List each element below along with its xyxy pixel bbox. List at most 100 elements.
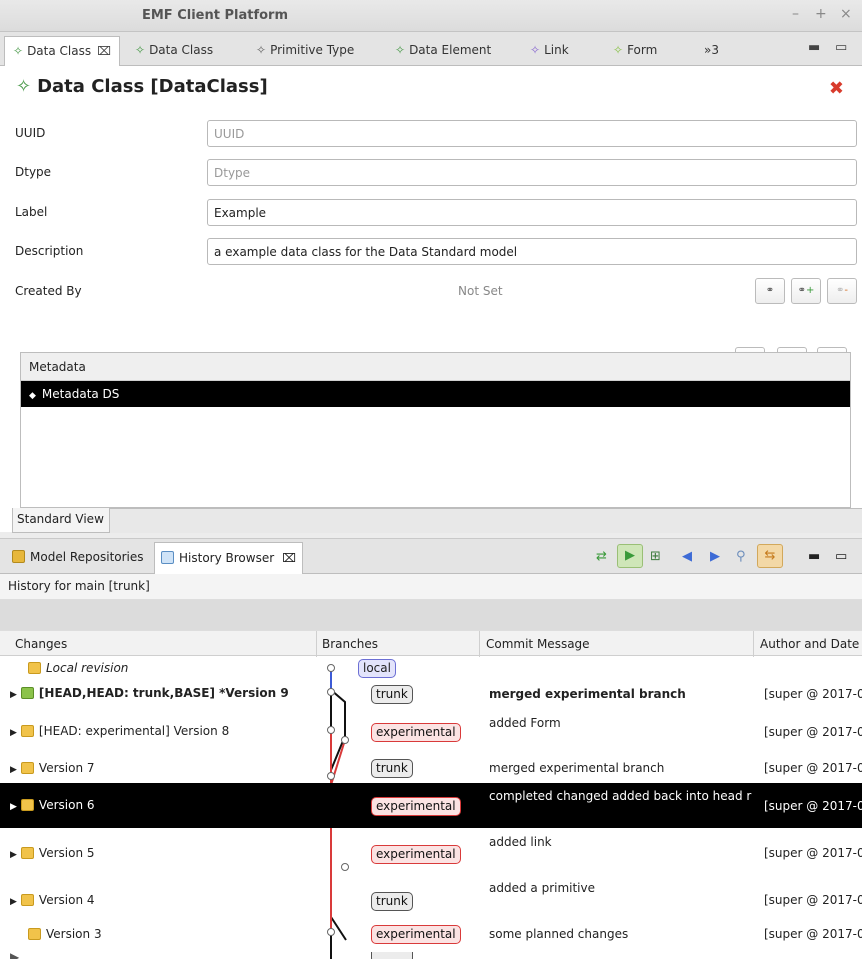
- expand-arrow-icon[interactable]: ▶: [10, 850, 17, 860]
- table-row[interactable]: ▶ Version 4 trunk added a primitive [supe…: [0, 874, 862, 918]
- data-class-icon: ✧: [135, 43, 146, 57]
- link-new-icon[interactable]: ⚭+: [791, 278, 821, 304]
- maximize-pane-icon[interactable]: ▭: [835, 40, 847, 55]
- branch-badge-experimental: experimental: [371, 845, 461, 864]
- tab-primitive-type[interactable]: ✧ Primitive Type: [248, 36, 362, 66]
- table-row[interactable]: ▶ [HEAD: experimental] Version 8 experime…: [0, 713, 862, 749]
- history-subtitle: History for main [trunk]: [0, 574, 862, 600]
- commit-message-cell: merged experimental branch: [489, 761, 665, 775]
- maximize-window-button[interactable]: +: [815, 6, 827, 22]
- dtype-input[interactable]: Dtype: [207, 159, 857, 186]
- minimize-pane-icon[interactable]: ▬: [808, 40, 820, 55]
- tab-label: Data Class: [27, 44, 92, 58]
- branch-badge-experimental: experimental: [371, 797, 461, 816]
- column-divider[interactable]: [479, 631, 480, 657]
- description-input[interactable]: a example data class for the Data Standa…: [207, 238, 857, 265]
- revision-icon: [28, 928, 41, 940]
- view-tab-strip: Model Repositories History Browser ⌧ ⇄ ▶ …: [0, 538, 862, 575]
- table-row[interactable]: ▶ Version 5 experimental added link [supe…: [0, 828, 862, 874]
- editor-area: ✧ Data Class [DataClass] ✖ UUID UUID Dtyp…: [0, 66, 862, 533]
- column-divider[interactable]: [753, 631, 754, 657]
- app-window: EMF Client Platform – + × ✧ Data Class ⌧ ✧…: [0, 0, 862, 959]
- tab-data-element[interactable]: ✧ Data Element: [387, 36, 499, 66]
- more-tabs-chevron[interactable]: »3: [696, 36, 727, 66]
- editor-heading: ✧ Data Class [DataClass]: [16, 76, 268, 97]
- author-date-cell: [super @ 2017-0: [764, 761, 862, 775]
- tab-link[interactable]: ✧ Link: [522, 36, 577, 66]
- maximize-view-icon[interactable]: ▭: [835, 549, 847, 564]
- branch-cell: trunk: [371, 759, 413, 778]
- link-existing-icon[interactable]: ⚭: [755, 278, 785, 304]
- list-item[interactable]: ◆ Metadata DS: [21, 381, 850, 407]
- column-header-branches[interactable]: Branches: [322, 637, 378, 651]
- column-header-commit-message[interactable]: Commit Message: [486, 637, 590, 651]
- created-by-label: Created By: [15, 284, 82, 298]
- tab-data-class-active[interactable]: ✧ Data Class ⌧: [4, 36, 120, 67]
- branch-cell: experimental: [371, 797, 461, 816]
- minimize-view-icon[interactable]: ▬: [808, 549, 820, 564]
- close-window-button[interactable]: ×: [840, 6, 852, 22]
- author-date-cell: [super @ 2017-0: [764, 725, 862, 739]
- refresh-icon[interactable]: ⇄: [596, 549, 607, 564]
- branch-badge-trunk: trunk: [371, 892, 413, 911]
- created-by-value: Not Set: [458, 284, 503, 298]
- column-header-changes[interactable]: Changes: [15, 637, 67, 651]
- created-by-row: Created By Not Set ⚭ ⚭+ ⚭-: [0, 276, 862, 306]
- author-date-cell: [super @ 2017-0: [764, 799, 862, 813]
- table-row[interactable]: Version 3 experimental some planned chan…: [0, 922, 862, 950]
- close-tab-icon[interactable]: ⌧: [282, 551, 296, 565]
- tab-label: Form: [627, 43, 658, 57]
- commit-message-cell: completed changed added back into head r: [489, 789, 752, 803]
- expand-arrow-icon[interactable]: ▶: [10, 952, 19, 959]
- revision-icon: [20, 847, 34, 859]
- title-bar: EMF Client Platform – + ×: [0, 0, 862, 32]
- tab-data-class[interactable]: ✧ Data Class: [127, 36, 221, 66]
- editor-tab-strip: ✧ Data Class ⌧ ✧ Data Class ✧ Primitive Type…: [0, 32, 862, 67]
- link-with-editor-icon[interactable]: ⇆: [757, 544, 783, 568]
- expand-arrow-icon[interactable]: ▶: [10, 897, 17, 907]
- label-input[interactable]: Example: [207, 199, 857, 226]
- column-header-author-date[interactable]: Author and Date: [760, 637, 859, 651]
- change-label: Version 6: [38, 798, 95, 812]
- unlink-icon[interactable]: ⚭-: [827, 278, 857, 304]
- change-cell: ▶ Version 7: [10, 761, 95, 775]
- commit-message-cell: added link: [489, 835, 552, 849]
- repository-icon: [12, 550, 25, 563]
- search-icon[interactable]: ⚲: [736, 549, 746, 564]
- minimize-window-button[interactable]: –: [792, 6, 799, 22]
- change-cell: Version 3: [28, 927, 102, 941]
- author-date-cell: [super @ 2017-0: [764, 687, 862, 701]
- table-row[interactable]: ▶ [HEAD,HEAD: trunk,BASE] *Version 9 trun…: [0, 680, 862, 708]
- commit-message-cell: merged experimental branch: [489, 687, 686, 701]
- table-row[interactable]: Local revision local: [0, 658, 862, 680]
- column-divider[interactable]: [316, 631, 317, 657]
- tab-model-repositories[interactable]: Model Repositories: [6, 542, 150, 575]
- tab-label: Data Element: [409, 43, 492, 57]
- expand-arrow-icon[interactable]: ▶: [10, 690, 17, 700]
- close-tab-icon[interactable]: ⌧: [97, 44, 111, 58]
- link-icon: ✧: [530, 43, 541, 57]
- table-row-partial[interactable]: ▶ trunk: [0, 952, 862, 959]
- change-label: Version 5: [38, 846, 95, 860]
- table-row-selected[interactable]: ▶ Version 6 experimental completed change…: [0, 783, 862, 828]
- tab-standard-view[interactable]: Standard View: [12, 508, 110, 533]
- uuid-input[interactable]: UUID: [207, 120, 857, 147]
- delete-icon[interactable]: ✖: [829, 78, 844, 99]
- change-label: [HEAD: experimental] Version 8: [38, 724, 230, 738]
- expand-arrow-icon[interactable]: ▶: [10, 802, 17, 812]
- previous-icon[interactable]: ◀: [682, 549, 692, 564]
- table-row[interactable]: ▶ Version 7 trunk merged experimental bra…: [0, 751, 862, 783]
- expand-arrow-icon[interactable]: ▶: [10, 765, 17, 775]
- author-date-cell: [super @ 2017-0: [764, 927, 862, 941]
- tab-history-browser[interactable]: History Browser ⌧: [154, 542, 303, 575]
- expand-all-icon[interactable]: ⊞: [650, 549, 661, 564]
- show-all-branches-icon[interactable]: ▶: [617, 544, 643, 568]
- tab-label: Data Class: [149, 43, 214, 57]
- tab-form[interactable]: ✧ Form: [605, 36, 665, 66]
- next-icon[interactable]: ▶: [710, 549, 720, 564]
- change-cell: ▶ [HEAD,HEAD: trunk,BASE] *Version 9: [10, 686, 289, 700]
- expand-arrow-icon[interactable]: ▶: [10, 728, 17, 738]
- dtype-label: Dtype: [15, 165, 52, 179]
- branch-badge-experimental: experimental: [371, 723, 461, 742]
- description-label: Description: [15, 244, 84, 258]
